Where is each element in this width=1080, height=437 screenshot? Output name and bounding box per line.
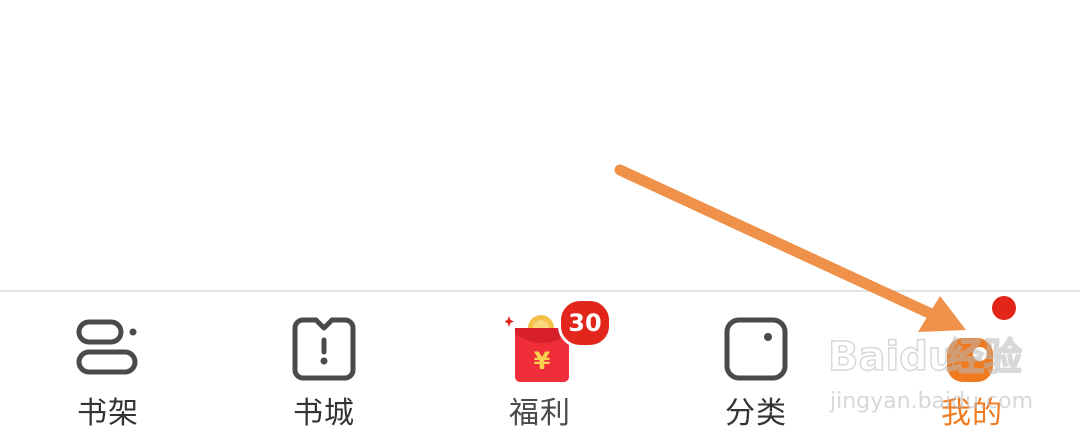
tab-bookstore[interactable]: 书城: [216, 292, 432, 437]
category-square-icon: [724, 317, 788, 381]
app-screen: 书架 书城 ¥ 30 福利 分类 我的 Baidu 经验 jingyan.bai…: [0, 0, 1080, 437]
profile-icon: [947, 338, 993, 382]
book-open-icon: [292, 317, 356, 381]
tab-bookshelf[interactable]: 书架: [0, 292, 216, 437]
content-area: [0, 0, 1080, 290]
tab-label-bookstore: 书城: [293, 396, 355, 431]
tab-label-category: 分类: [725, 396, 787, 431]
currency-symbol: ¥: [534, 347, 551, 375]
tab-label-mine: 我的: [941, 396, 1003, 431]
tab-category[interactable]: 分类: [648, 292, 864, 437]
tab-welfare[interactable]: ¥ 30 福利: [432, 292, 648, 437]
bottom-tab-bar: 书架 书城 ¥ 30 福利 分类 我的: [0, 290, 1080, 437]
bookshelf-icon: [76, 319, 138, 375]
tab-mine[interactable]: 我的: [864, 292, 1080, 437]
welfare-badge: 30: [558, 298, 612, 348]
notification-dot: [992, 296, 1016, 320]
tab-label-welfare: 福利: [509, 396, 571, 431]
tab-label-bookshelf: 书架: [77, 396, 139, 431]
